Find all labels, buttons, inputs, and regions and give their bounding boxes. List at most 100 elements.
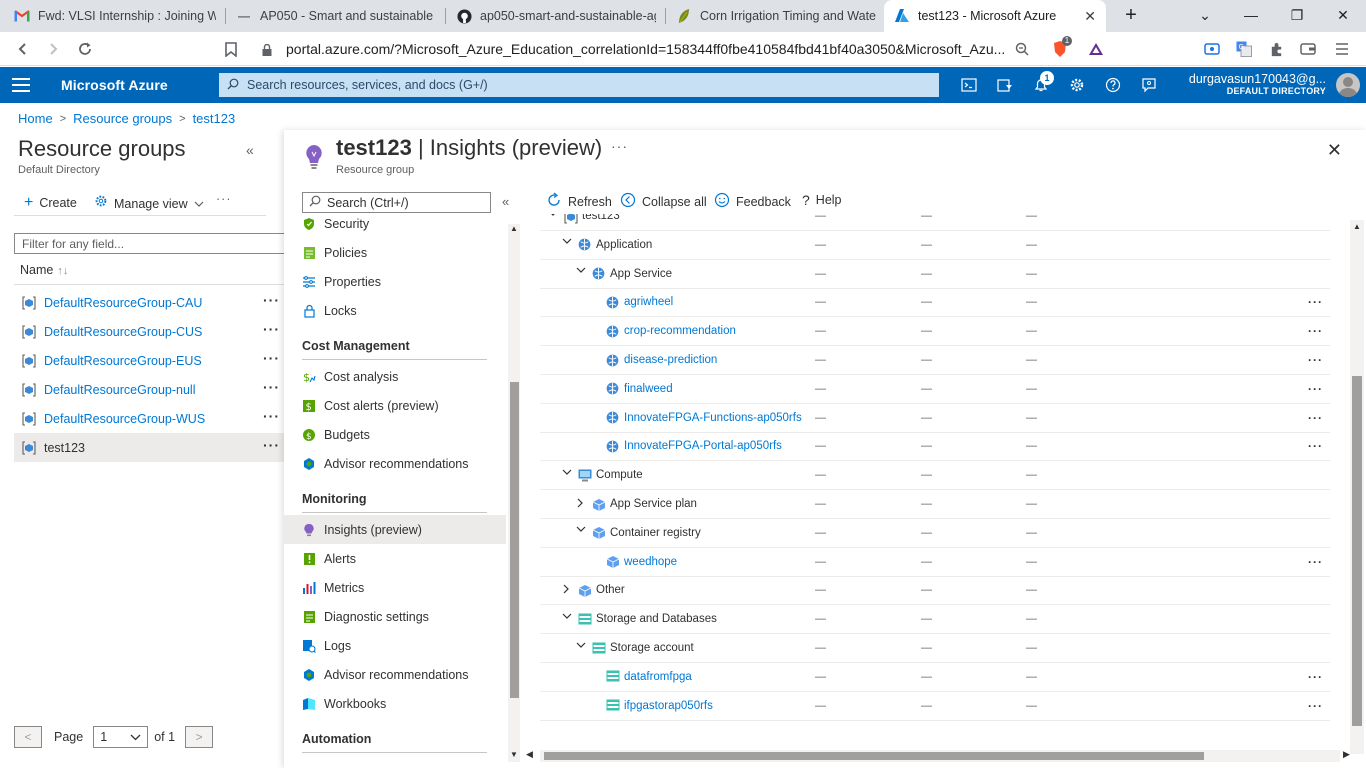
azure-brand[interactable]: Microsoft Azure [61, 77, 168, 93]
row-more-icon[interactable]: ··· [1308, 670, 1323, 684]
tab-search-chevron-icon[interactable]: ⌄ [1182, 0, 1228, 30]
tree-row[interactable]: Compute — — — [540, 461, 1330, 491]
menu-item[interactable]: Properties [284, 267, 506, 296]
tree-row[interactable]: test123 — — — [540, 214, 1330, 231]
row-more-icon[interactable]: ··· [1308, 439, 1323, 453]
chevron-right-icon[interactable] [576, 498, 586, 511]
tree-row[interactable]: disease-prediction — — — ··· [540, 346, 1330, 375]
chevron-down-icon[interactable] [576, 642, 586, 655]
collapse-blade-icon[interactable]: « [246, 142, 254, 158]
chevron-down-icon[interactable] [562, 469, 572, 482]
resource-group-name[interactable]: DefaultResourceGroup-CUS [44, 325, 202, 339]
grid-horizontal-scrollbar[interactable]: ◀ ▶ [526, 749, 1350, 762]
blade-more-icon[interactable]: ··· [611, 138, 628, 154]
tree-row[interactable]: finalweed — — — ··· [540, 375, 1330, 404]
breadcrumb-test123[interactable]: test123 [193, 111, 236, 126]
column-header-name[interactable]: Name ↑↓ [20, 263, 68, 277]
row-more-icon[interactable]: ··· [263, 350, 280, 366]
browser-tab-github[interactable]: ap050-smart-and-sustainable-agri [446, 0, 666, 32]
row-more-icon[interactable]: ··· [1308, 295, 1323, 309]
tree-row[interactable]: Storage and Databases — — — [540, 605, 1330, 635]
menu-item[interactable]: Workbooks [284, 689, 506, 718]
menu-item[interactable]: $ Cost alerts (preview) [284, 391, 506, 420]
menu-item[interactable]: Locks [284, 296, 506, 325]
menu-item[interactable]: Advisor recommendations [284, 449, 506, 478]
row-more-icon[interactable]: ··· [263, 379, 280, 395]
tree-row[interactable]: Container registry — — — [540, 519, 1330, 548]
resource-link[interactable]: ifpgastorap050rfs [624, 700, 713, 712]
chevron-right-icon[interactable] [562, 584, 572, 597]
row-more-icon[interactable]: ··· [263, 437, 280, 453]
menu-item[interactable]: Export template [284, 755, 506, 762]
directory-filter-icon[interactable] [994, 75, 1016, 95]
resource-link[interactable]: finalweed [624, 383, 673, 395]
feedback-button[interactable]: Feedback [714, 192, 791, 211]
resource-link[interactable]: datafromfpga [624, 671, 692, 683]
browser-menu-icon[interactable] [1332, 39, 1352, 59]
resource-group-row[interactable]: DefaultResourceGroup-CUS ··· [14, 317, 284, 346]
previous-page-button[interactable]: < [14, 726, 42, 748]
row-more-icon[interactable]: ··· [263, 408, 280, 424]
settings-gear-icon[interactable] [1066, 75, 1088, 95]
minimize-icon[interactable]: — [1228, 0, 1274, 30]
help-button[interactable]: ? Help [802, 192, 842, 208]
zoom-icon[interactable] [1012, 39, 1032, 59]
resource-group-name[interactable]: DefaultResourceGroup-EUS [44, 354, 202, 368]
screen-cast-icon[interactable] [1202, 39, 1222, 59]
resource-link[interactable]: InnovateFPGA-Portal-ap050rfs [624, 440, 782, 452]
tree-row[interactable]: weedhope — — — ··· [540, 548, 1330, 577]
portal-menu-icon[interactable] [12, 76, 30, 94]
page-select[interactable]: 1 [93, 726, 149, 748]
new-tab-icon[interactable]: + [1108, 0, 1154, 30]
avatar[interactable] [1336, 73, 1360, 97]
close-blade-icon[interactable]: ✕ [1327, 140, 1342, 161]
menu-item[interactable]: Insights (preview) [284, 515, 506, 544]
tree-row[interactable]: agriwheel — — — ··· [540, 288, 1330, 318]
row-more-icon[interactable]: ··· [263, 292, 280, 308]
breadcrumb-resource-groups[interactable]: Resource groups [73, 111, 172, 126]
browser-tab-ap050[interactable]: — AP050 - Smart and sustainable agr [226, 0, 446, 32]
back-icon[interactable] [10, 37, 36, 61]
chevron-down-icon[interactable] [576, 526, 586, 539]
filter-input[interactable]: Filter for any field... [14, 233, 294, 254]
resource-group-name[interactable]: DefaultResourceGroup-WUS [44, 412, 205, 426]
chevron-down-icon[interactable] [562, 613, 572, 626]
brave-shield-icon[interactable]: 1 [1050, 36, 1072, 59]
tree-row[interactable]: InnovateFPGA-Functions-ap050rfs — — — ··· [540, 404, 1330, 433]
wallet-icon[interactable] [1298, 39, 1318, 59]
menu-item[interactable]: Security [284, 218, 506, 238]
resource-group-row[interactable]: test123 ··· [14, 433, 284, 462]
more-commands-icon[interactable]: ··· [216, 192, 232, 206]
collapse-all-button[interactable]: Collapse all [620, 192, 707, 211]
chevron-down-icon[interactable] [576, 267, 586, 280]
row-more-icon[interactable]: ··· [1308, 353, 1323, 367]
row-more-icon[interactable]: ··· [1308, 411, 1323, 425]
refresh-button[interactable]: Refresh [546, 192, 612, 211]
tree-row[interactable]: ifpgastorap050rfs — — — ··· [540, 692, 1330, 721]
menu-item[interactable]: $ Budgets [284, 420, 506, 449]
resource-link[interactable]: InnovateFPGA-Functions-ap050rfs [624, 412, 802, 424]
maximize-icon[interactable]: ❐ [1274, 0, 1320, 30]
account-info[interactable]: durgavasun170043@g... DEFAULT DIRECTORY [1189, 72, 1326, 96]
resource-link[interactable]: weedhope [624, 556, 677, 568]
menu-item[interactable]: Diagnostic settings [284, 602, 506, 631]
tree-row[interactable]: InnovateFPGA-Portal-ap050rfs — — — ··· [540, 432, 1330, 462]
resource-link[interactable]: crop-recommendation [624, 325, 736, 337]
tree-row[interactable]: App Service — — — [540, 260, 1330, 289]
breadcrumb-home[interactable]: Home [18, 111, 53, 126]
help-icon[interactable] [1102, 75, 1124, 95]
global-search-input[interactable]: Search resources, services, and docs (G+… [219, 73, 939, 97]
bookmark-icon[interactable] [218, 37, 244, 61]
next-page-button[interactable]: > [185, 726, 214, 748]
browser-tab-azure[interactable]: test123 - Microsoft Azure ✕ [884, 0, 1106, 32]
feedback-icon[interactable] [1138, 75, 1160, 95]
grid-vertical-scrollbar[interactable]: ▲ [1350, 220, 1364, 754]
tree-row[interactable]: Storage account — — — [540, 634, 1330, 663]
tree-row[interactable]: crop-recommendation — — — ··· [540, 317, 1330, 347]
row-more-icon[interactable]: ··· [1308, 555, 1323, 569]
resource-group-row[interactable]: DefaultResourceGroup-CAU ··· [14, 288, 284, 317]
menu-item[interactable]: Advisor recommendations [284, 660, 506, 689]
cloud-shell-icon[interactable] [958, 75, 980, 95]
brave-rewards-icon[interactable] [1086, 39, 1106, 59]
menu-item[interactable]: Metrics [284, 573, 506, 602]
